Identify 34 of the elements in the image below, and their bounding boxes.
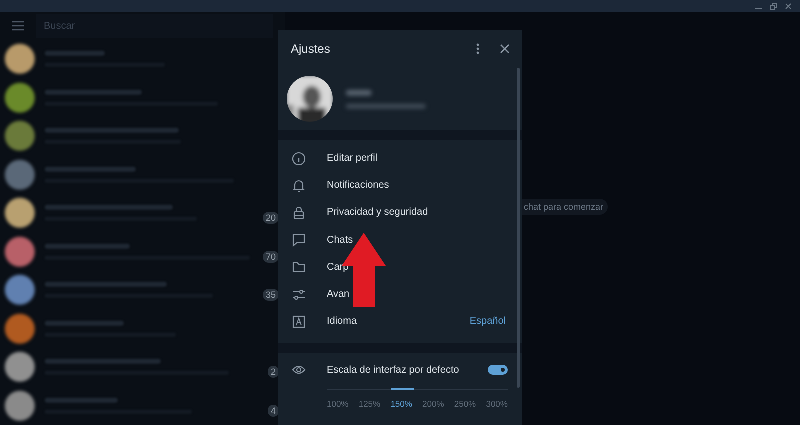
scrollbar[interactable] [517,68,520,388]
blurred-name [346,90,372,96]
empty-chat-hint: chat para comenzar [520,199,608,215]
settings-item[interactable]: Notificaciones [278,172,522,200]
settings-item[interactable]: Chats [278,226,522,254]
scale-option[interactable]: 150% [390,398,412,412]
settings-item[interactable]: Privacidad y seguridad [278,199,522,227]
dialog-title: Ajustes [291,41,332,58]
sliders-icon [292,288,306,302]
unread-badge: 70 [262,250,279,263]
unread-badge: 4 [268,404,279,417]
speech-bubble-icon [292,233,306,248]
settings-item[interactable]: Editar perfil [278,145,522,172]
eye-icon [292,365,306,376]
info-icon [292,152,306,166]
scale-label: Escala de interfaz por defecto [327,364,460,378]
unread-badge: 35 [262,289,279,302]
bell-icon [292,178,306,193]
unread-badge: 2 [268,366,279,378]
lock-icon [292,206,306,220]
settings-item[interactable]: Avan [278,280,522,308]
restore-icon[interactable] [770,2,777,10]
close-icon[interactable] [500,44,510,54]
unread-badge: 20 [262,212,279,224]
menu-icon[interactable] [12,21,24,31]
letter-a-icon [292,314,306,329]
language-value: Español [470,315,506,330]
close-icon[interactable] [785,2,792,10]
folder-icon [292,260,306,274]
settings-item[interactable]: Idioma Español [278,308,522,336]
more-icon[interactable] [476,43,480,55]
blurred-chat-name [45,51,105,56]
slider-selection[interactable] [391,388,414,390]
toggle-switch[interactable] [488,365,508,376]
